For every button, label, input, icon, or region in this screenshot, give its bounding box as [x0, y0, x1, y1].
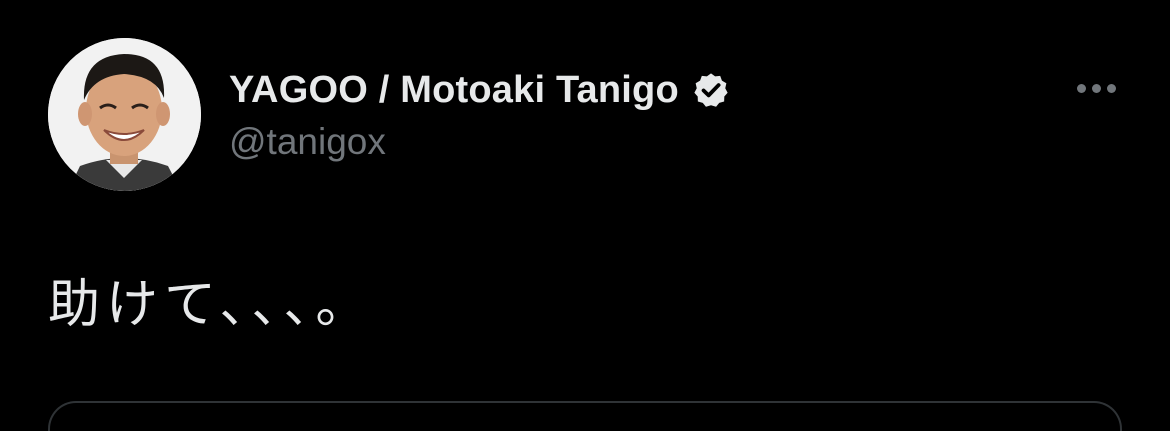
more-horizontal-icon[interactable]: [1068, 72, 1124, 104]
attached-card-edge: [48, 401, 1122, 431]
author-display-name[interactable]: YAGOO / Motoaki Tanigo: [229, 69, 679, 112]
more-dot: [1106, 83, 1116, 93]
tweet: YAGOO / Motoaki Tanigo @tanigox 助けて、、、。: [0, 0, 1170, 431]
avatar[interactable]: [48, 38, 201, 191]
avatar-photo: [48, 38, 201, 191]
more-dot: [1091, 83, 1101, 93]
tweet-text: 助けて、、、。: [48, 275, 374, 335]
author-handle[interactable]: @tanigox: [229, 121, 386, 163]
verified-badge-icon: [691, 70, 731, 110]
more-dot: [1076, 83, 1086, 93]
author-name-row: YAGOO / Motoaki Tanigo: [229, 66, 731, 114]
